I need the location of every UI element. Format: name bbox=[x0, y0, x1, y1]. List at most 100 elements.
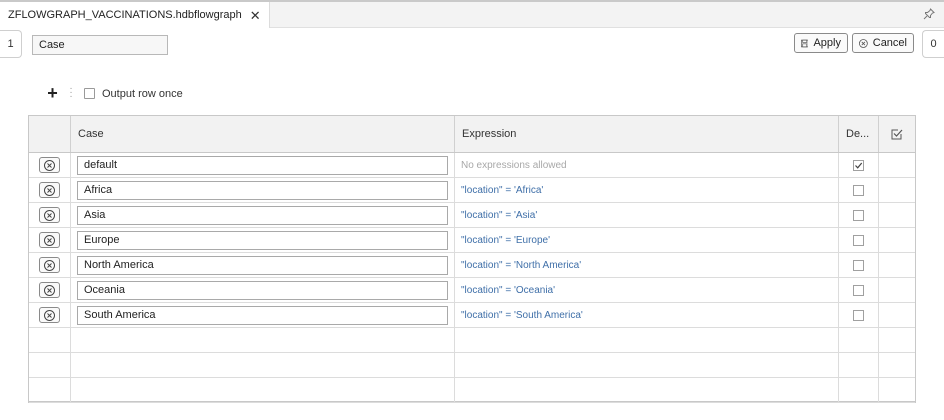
empty-cell bbox=[455, 378, 839, 402]
cancel-button[interactable]: Cancel bbox=[852, 33, 914, 53]
case-cell bbox=[71, 178, 455, 202]
delete-row-button[interactable] bbox=[39, 182, 60, 198]
case-cell bbox=[71, 303, 455, 327]
empty-cell bbox=[455, 353, 839, 377]
header-default[interactable]: De... bbox=[839, 116, 879, 152]
circle-x-icon bbox=[44, 259, 55, 271]
empty-cell bbox=[879, 378, 915, 402]
header-expression[interactable]: Expression bbox=[455, 116, 839, 152]
row-action-cell bbox=[879, 253, 915, 277]
pin-icon[interactable] bbox=[923, 8, 935, 20]
delete-cell bbox=[29, 253, 71, 277]
default-cell bbox=[839, 178, 879, 202]
expression-text: No expressions allowed bbox=[461, 159, 567, 171]
circle-x-icon bbox=[44, 234, 55, 246]
delete-row-button[interactable] bbox=[39, 282, 60, 298]
delete-cell bbox=[29, 278, 71, 302]
circle-x-icon bbox=[859, 38, 868, 48]
table-row: No expressions allowed bbox=[29, 153, 915, 178]
default-checkbox[interactable] bbox=[853, 234, 864, 246]
case-name-input[interactable] bbox=[77, 155, 448, 175]
row-action-cell bbox=[879, 278, 915, 302]
delete-cell bbox=[29, 153, 71, 177]
case-cell bbox=[71, 153, 455, 177]
empty-cell bbox=[29, 378, 71, 402]
delete-row-button[interactable] bbox=[39, 157, 60, 173]
case-table: Case Expression De... No expressions all… bbox=[28, 115, 916, 403]
default-checkbox[interactable] bbox=[853, 159, 864, 171]
expression-text: "location" = 'Europe' bbox=[461, 234, 551, 246]
default-checkbox[interactable] bbox=[853, 259, 864, 271]
table-header: Case Expression De... bbox=[29, 116, 915, 153]
expression-cell[interactable]: "location" = 'Europe' bbox=[455, 228, 839, 252]
checklist-icon bbox=[891, 129, 903, 140]
delete-row-button[interactable] bbox=[39, 207, 60, 223]
table-row: "location" = 'Oceania' bbox=[29, 278, 915, 303]
tab-title: ZFLOWGRAPH_VACCINATIONS.hdbflowgraph bbox=[8, 9, 242, 21]
delete-row-button[interactable] bbox=[39, 257, 60, 273]
output-row-once-label: Output row once bbox=[102, 88, 183, 100]
empty-cell bbox=[839, 353, 879, 377]
expression-cell[interactable]: "location" = 'Asia' bbox=[455, 203, 839, 227]
case-name-input[interactable] bbox=[77, 280, 448, 300]
input-port-handle[interactable]: 1 bbox=[0, 30, 22, 58]
empty-cell bbox=[879, 328, 915, 352]
apply-button[interactable]: Apply bbox=[794, 33, 848, 53]
expression-cell[interactable]: "location" = 'South America' bbox=[455, 303, 839, 327]
delete-row-button[interactable] bbox=[39, 307, 60, 323]
empty-cell bbox=[29, 353, 71, 377]
circle-x-icon bbox=[44, 209, 55, 221]
delete-cell bbox=[29, 203, 71, 227]
table-row: "location" = 'South America' bbox=[29, 303, 915, 328]
circle-x-icon bbox=[44, 159, 55, 171]
default-checkbox[interactable] bbox=[853, 209, 864, 221]
default-cell bbox=[839, 253, 879, 277]
cancel-label: Cancel bbox=[872, 37, 907, 49]
expression-text: "location" = 'Asia' bbox=[461, 209, 538, 221]
save-icon bbox=[801, 39, 809, 47]
editor-tab-bar: ZFLOWGRAPH_VACCINATIONS.hdbflowgraph ✕ bbox=[0, 2, 944, 28]
empty-row bbox=[29, 353, 915, 378]
empty-row bbox=[29, 328, 915, 353]
circle-x-icon bbox=[44, 309, 55, 321]
case-name-input[interactable] bbox=[77, 305, 448, 325]
expression-cell[interactable]: No expressions allowed bbox=[455, 153, 839, 177]
close-icon[interactable]: ✕ bbox=[250, 9, 261, 22]
default-checkbox[interactable] bbox=[853, 309, 864, 321]
expression-cell[interactable]: "location" = 'Africa' bbox=[455, 178, 839, 202]
add-row-icon[interactable]: + bbox=[46, 84, 59, 102]
check-icon bbox=[855, 162, 863, 169]
table-row: "location" = 'Africa' bbox=[29, 178, 915, 203]
case-cell bbox=[71, 203, 455, 227]
case-name-input[interactable] bbox=[77, 205, 448, 225]
delete-cell bbox=[29, 228, 71, 252]
header-select bbox=[29, 116, 71, 152]
case-name-input[interactable] bbox=[77, 230, 448, 250]
tab-flowgraph[interactable]: ZFLOWGRAPH_VACCINATIONS.hdbflowgraph ✕ bbox=[0, 2, 270, 28]
row-action-cell bbox=[879, 203, 915, 227]
delete-row-button[interactable] bbox=[39, 232, 60, 248]
case-name-input[interactable] bbox=[77, 255, 448, 275]
empty-cell bbox=[839, 328, 879, 352]
apply-label: Apply bbox=[813, 37, 841, 49]
case-cell bbox=[71, 278, 455, 302]
output-port-handle[interactable]: 0 bbox=[922, 30, 944, 58]
empty-cell bbox=[71, 328, 455, 352]
header-case[interactable]: Case bbox=[71, 116, 455, 152]
circle-x-icon bbox=[44, 284, 55, 296]
empty-cell bbox=[879, 353, 915, 377]
default-cell bbox=[839, 203, 879, 227]
header-select-all[interactable] bbox=[879, 116, 915, 152]
case-name-input[interactable] bbox=[77, 180, 448, 200]
node-name-input[interactable] bbox=[32, 35, 168, 55]
row-action-cell bbox=[879, 153, 915, 177]
default-checkbox[interactable] bbox=[853, 184, 864, 196]
table-row: "location" = 'Asia' bbox=[29, 203, 915, 228]
expression-cell[interactable]: "location" = 'North America' bbox=[455, 253, 839, 277]
output-row-once-checkbox[interactable] bbox=[84, 88, 95, 99]
default-checkbox[interactable] bbox=[853, 284, 864, 296]
expression-cell[interactable]: "location" = 'Oceania' bbox=[455, 278, 839, 302]
default-cell bbox=[839, 278, 879, 302]
expression-text: "location" = 'Africa' bbox=[461, 184, 544, 196]
vertical-dots-icon[interactable]: · · · bbox=[69, 84, 73, 102]
